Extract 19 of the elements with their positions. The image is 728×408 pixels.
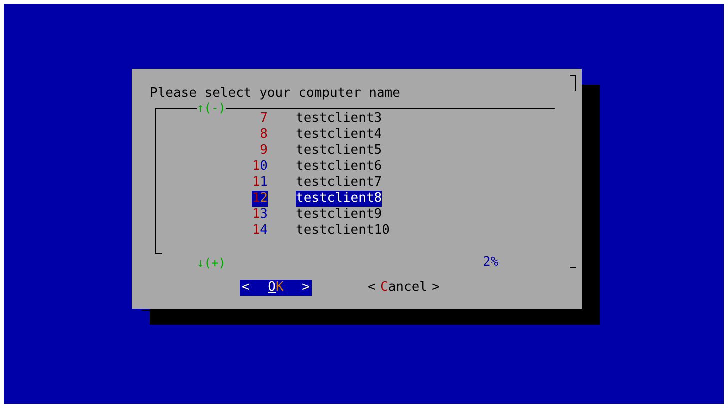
computer-name-item[interactable]: testclient5 [296,143,382,159]
scroll-down-indicator: ↓(+) [197,255,227,272]
prompt-text: Please select your computer name [150,86,400,101]
computer-name-item[interactable]: testclient7 [296,175,382,191]
percent-indicator: 2% [483,255,499,272]
item-tag[interactable]: 13 [252,207,268,223]
dialog-button[interactable]: < Cancel > [368,280,440,296]
computer-name-item[interactable]: testclient3 [296,111,382,127]
dialog-button[interactable]: < OK > [240,280,312,296]
scroll-up-indicator: ↑(-) [197,100,226,116]
item-tag[interactable]: 12 [252,191,268,207]
item-tag[interactable]: 10 [252,159,268,175]
computer-name-item[interactable]: testclient6 [296,159,382,175]
item-tag[interactable]: 11 [252,175,268,191]
item-tag[interactable]: 14 [252,223,268,239]
computer-name-item[interactable]: testclient8 [296,191,382,207]
computer-name-item[interactable]: testclient10 [296,223,390,239]
computer-name-item[interactable]: testclient9 [296,207,382,223]
computer-name-item[interactable]: testclient4 [296,127,382,143]
